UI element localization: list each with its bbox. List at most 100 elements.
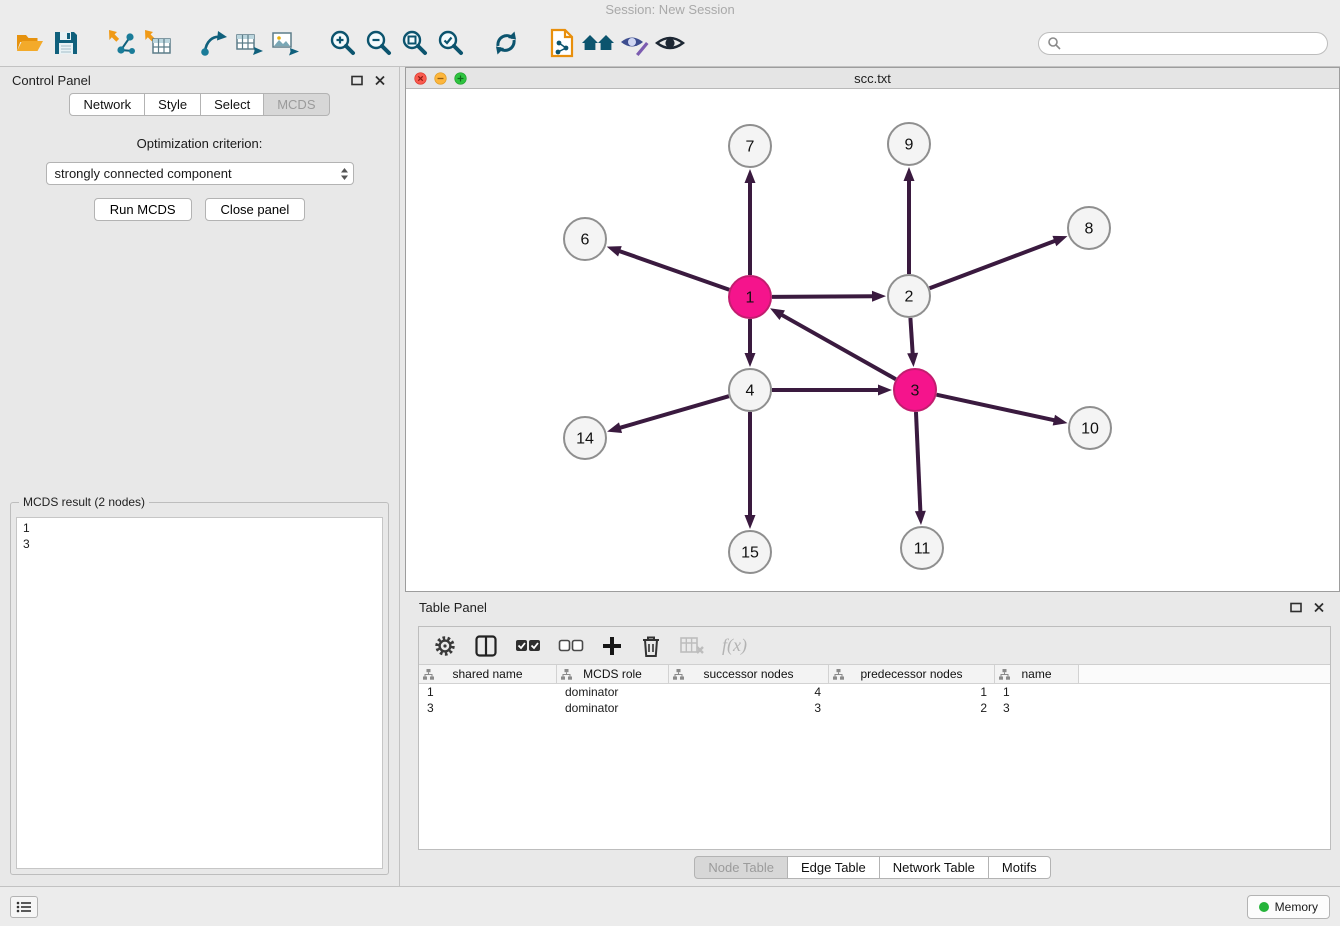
- show-panels-button[interactable]: [10, 896, 38, 918]
- float-table-panel-button[interactable]: [1289, 600, 1303, 614]
- control-tab-style[interactable]: Style: [145, 93, 201, 116]
- cell-mcds_role[interactable]: dominator: [557, 684, 669, 700]
- memory-button[interactable]: Memory: [1247, 895, 1330, 919]
- column-header-successor-nodes[interactable]: successor nodes: [669, 665, 829, 683]
- table-tab-node-table[interactable]: Node Table: [694, 856, 788, 879]
- table-row[interactable]: 3dominator323: [419, 700, 1330, 716]
- column-header-name[interactable]: name: [995, 665, 1079, 683]
- mcds-result-item[interactable]: 1: [23, 520, 376, 536]
- gear-icon: [433, 634, 457, 658]
- graph-edge-arrowhead-4-3: [878, 385, 892, 396]
- graph-edge-4-14[interactable]: [619, 396, 729, 428]
- close-table-panel-button[interactable]: [1312, 600, 1326, 614]
- graph-edge-3-11[interactable]: [916, 412, 920, 513]
- network-window-titlebar[interactable]: scc.txt: [406, 68, 1339, 89]
- zoom-in-button[interactable]: [324, 25, 360, 61]
- import-network-button[interactable]: [104, 25, 140, 61]
- cell-predecessor[interactable]: 2: [829, 700, 995, 716]
- zoom-out-button[interactable]: [360, 25, 396, 61]
- ndex-browse-button[interactable]: [580, 25, 616, 61]
- graph-node-label-2: 2: [905, 289, 914, 306]
- trash-icon: [640, 634, 662, 658]
- search-input[interactable]: [1066, 36, 1319, 50]
- main-toolbar: [0, 20, 1340, 67]
- toggle-bird-view-button[interactable]: [652, 25, 688, 61]
- control-tab-network[interactable]: Network: [69, 93, 145, 116]
- cell-shared_name[interactable]: 3: [419, 700, 557, 716]
- zoom-window-button[interactable]: [454, 72, 467, 85]
- table-empty-area[interactable]: [419, 716, 1330, 849]
- memory-status-icon: [1259, 902, 1269, 912]
- close-panel-action-button[interactable]: Close panel: [205, 198, 306, 221]
- cell-shared_name[interactable]: 1: [419, 684, 557, 700]
- open-network-file-button[interactable]: [544, 25, 580, 61]
- float-panel-button[interactable]: [350, 73, 364, 87]
- column-header-label: MCDS role: [583, 667, 642, 681]
- column-header-label: shared name: [452, 667, 522, 681]
- refresh-button[interactable]: [488, 25, 524, 61]
- delete-columns-button[interactable]: [679, 635, 705, 657]
- cell-successor[interactable]: 4: [669, 684, 829, 700]
- import-table-button[interactable]: [140, 25, 176, 61]
- close-window-button[interactable]: [414, 72, 427, 85]
- minimize-window-button[interactable]: [434, 72, 447, 85]
- select-all-button[interactable]: [515, 637, 541, 655]
- zoom-selected-button[interactable]: [432, 25, 468, 61]
- cell-mcds_role[interactable]: dominator: [557, 700, 669, 716]
- table-tab-network-table[interactable]: Network Table: [880, 856, 989, 879]
- column-header-MCDS-role[interactable]: MCDS role: [557, 665, 669, 683]
- column-header-label: name: [1021, 667, 1051, 681]
- graph-node-label-3: 3: [911, 383, 920, 400]
- cell-name[interactable]: 3: [995, 700, 1079, 716]
- mcds-result-list[interactable]: 13: [16, 517, 383, 869]
- column-header-shared-name[interactable]: shared name: [419, 665, 557, 683]
- criterion-dropdown[interactable]: strongly connected component: [46, 162, 354, 185]
- mcds-result-item[interactable]: 3: [23, 536, 376, 552]
- graph-edge-2-3[interactable]: [910, 318, 912, 355]
- plus-icon: [601, 635, 623, 657]
- cell-name[interactable]: 1: [995, 684, 1079, 700]
- open-session-button[interactable]: [12, 25, 48, 61]
- control-tab-select[interactable]: Select: [201, 93, 264, 116]
- delete-row-button[interactable]: [640, 634, 662, 658]
- table-settings-button[interactable]: [433, 634, 457, 658]
- table-tab-edge-table[interactable]: Edge Table: [788, 856, 880, 879]
- cell-successor[interactable]: 3: [669, 700, 829, 716]
- cell-predecessor[interactable]: 1: [829, 684, 995, 700]
- control-panel-title: Control Panel: [12, 73, 91, 88]
- control-tab-mcds[interactable]: MCDS: [264, 93, 329, 116]
- export-image-button[interactable]: [268, 25, 304, 61]
- column-header-predecessor-nodes[interactable]: predecessor nodes: [829, 665, 995, 683]
- zoom-fit-button[interactable]: [396, 25, 432, 61]
- network-file-icon: [549, 28, 575, 58]
- graph-edge-2-8[interactable]: [930, 240, 1057, 288]
- deselect-all-button[interactable]: [558, 637, 584, 655]
- eye-pencil-icon: [619, 30, 649, 56]
- graph-edge-3-1[interactable]: [780, 314, 895, 379]
- show-columns-button[interactable]: [474, 634, 498, 658]
- optimization-criterion-label: Optimization criterion:: [0, 136, 399, 151]
- table-tab-motifs[interactable]: Motifs: [989, 856, 1051, 879]
- network-canvas[interactable]: 7968124314101511: [406, 89, 1339, 591]
- show-graphics-details-button[interactable]: [616, 25, 652, 61]
- clone-network-button[interactable]: [196, 25, 232, 61]
- column-hierarchy-icon: [673, 669, 684, 683]
- add-row-button[interactable]: [601, 635, 623, 657]
- graph-edge-1-6[interactable]: [618, 251, 729, 290]
- refresh-icon: [491, 28, 521, 58]
- close-panel-button[interactable]: [373, 73, 387, 87]
- save-session-button[interactable]: [48, 25, 84, 61]
- graph-edge-3-10[interactable]: [936, 395, 1055, 421]
- table-row[interactable]: 1dominator411: [419, 684, 1330, 700]
- export-table-button[interactable]: [232, 25, 268, 61]
- zoom-in-icon: [327, 28, 357, 58]
- run-mcds-button[interactable]: Run MCDS: [94, 198, 192, 221]
- function-builder-button[interactable]: f(x): [722, 635, 747, 656]
- graph-edge-1-2[interactable]: [772, 296, 874, 297]
- table-panel: Table Panel: [405, 594, 1340, 886]
- graph-node-label-1: 1: [746, 290, 755, 307]
- graph-node-label-14: 14: [576, 431, 594, 448]
- global-search-field[interactable]: [1038, 32, 1328, 55]
- graph-node-label-9: 9: [905, 137, 914, 154]
- import-table-icon: [144, 29, 172, 57]
